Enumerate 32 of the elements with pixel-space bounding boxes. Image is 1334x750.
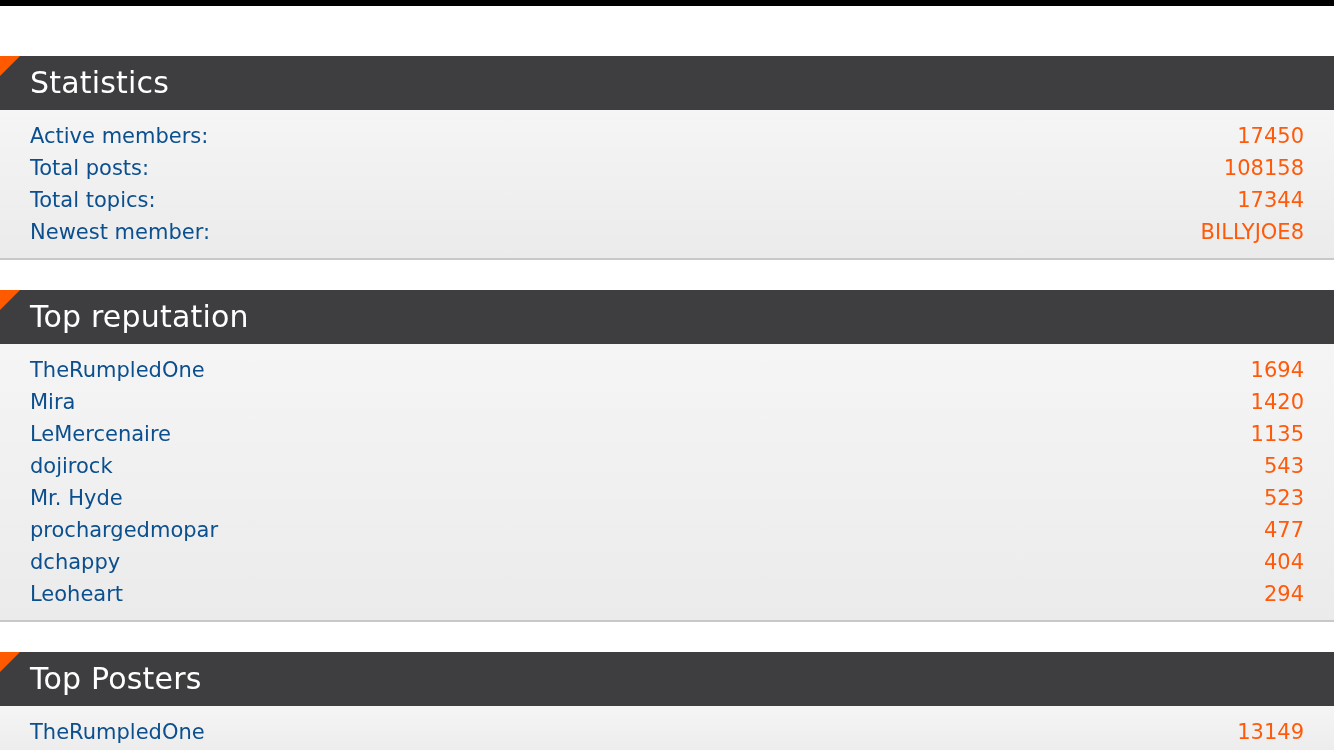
stat-label: Active members: [30,124,209,148]
corner-triangle-icon [0,56,20,76]
member-link[interactable]: Mr. Hyde [30,486,123,510]
member-link[interactable]: dchappy [30,550,121,574]
stat-value: 17450 [1237,124,1304,148]
section-title: Top Posters [30,664,202,694]
reputation-count: 1135 [1250,422,1304,446]
member-link[interactable]: Leoheart [30,582,124,606]
stat-value: 17344 [1237,188,1304,212]
section-title: Top reputation [30,302,249,332]
member-link[interactable]: Mira [30,390,76,414]
reputation-count: 1694 [1250,358,1304,382]
reputation-count: 1420 [1250,390,1304,414]
stat-label: Newest member: [30,220,210,244]
post-count: 13149 [1237,720,1304,744]
member-link[interactable]: dojirock [30,454,113,478]
corner-triangle-icon [0,290,20,310]
reputation-count: 543 [1263,454,1304,478]
stat-value: BILLYJOE8 [1200,220,1304,244]
reputation-count: 523 [1263,486,1304,510]
section-title: Statistics [30,68,170,98]
reputation-count: 294 [1263,582,1304,606]
stat-label: Total topics: [30,188,156,212]
member-link[interactable]: TheRumpledOne [30,720,205,744]
stat-value: 108158 [1223,156,1304,180]
member-link[interactable]: prochargedmopar [30,518,219,542]
reputation-count: 477 [1263,518,1304,542]
corner-triangle-icon [0,652,20,672]
member-link[interactable]: TheRumpledOne [30,358,205,382]
stat-label: Total posts: [30,156,150,180]
reputation-count: 404 [1263,550,1304,574]
member-link[interactable]: LeMercenaire [30,422,172,446]
